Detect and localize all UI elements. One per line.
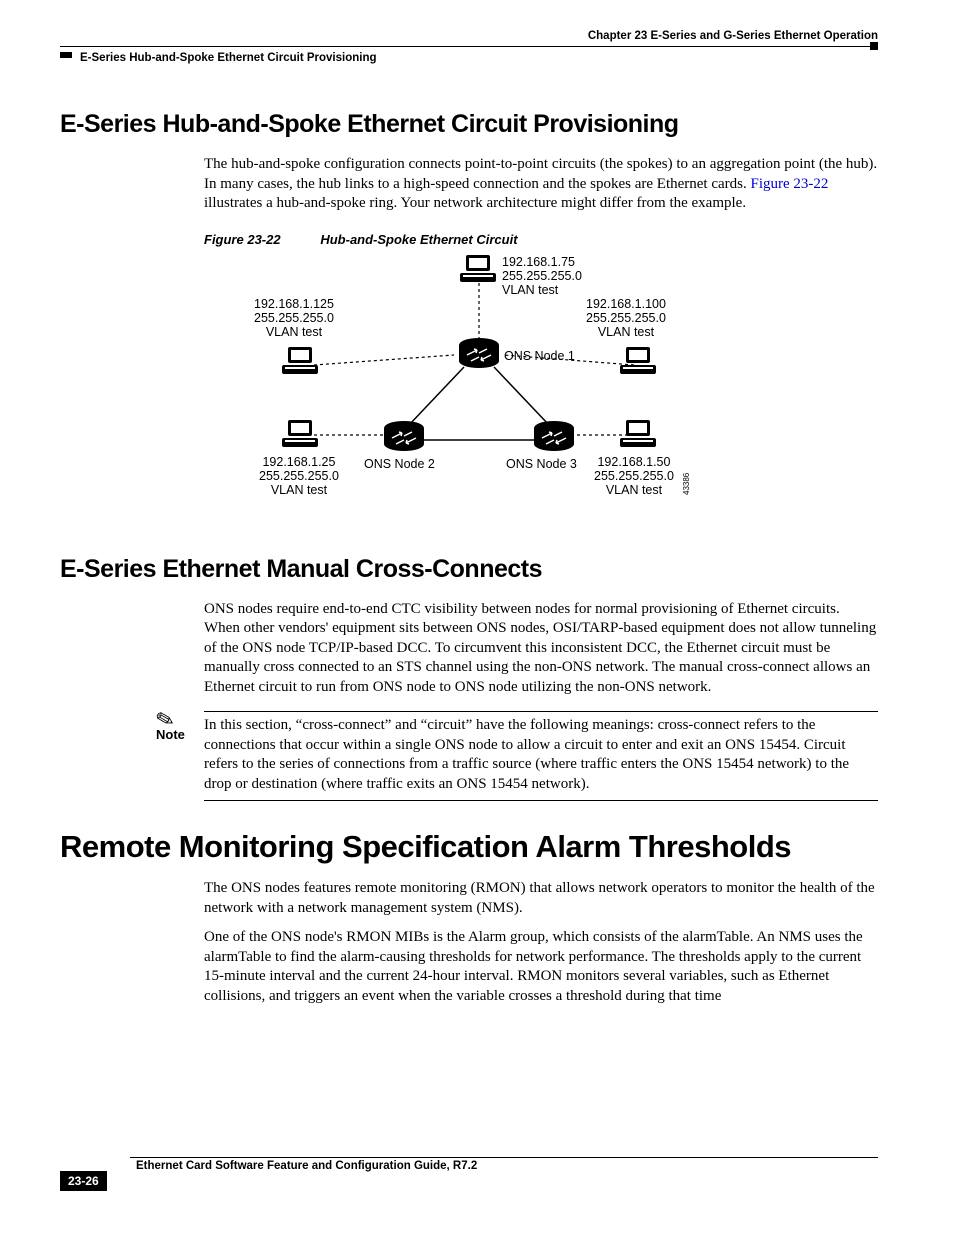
label-left: 192.168.1.125 255.255.255.0 VLAN test [254,297,334,340]
pc-right-icon [620,347,656,377]
label-bl: 192.168.1.25 255.255.255.0 VLAN test [259,455,339,498]
pc-bl-icon [282,420,318,450]
ip: 192.168.1.50 [597,455,670,469]
ons-node-2-icon [382,420,426,454]
para-rmon-2: One of the ONS node's RMON MIBs is the A… [204,928,878,1006]
ip: 192.168.1.25 [262,455,335,469]
vlan: VLAN test [271,483,327,497]
figure-title: Hub-and-Spoke Ethernet Circuit [320,232,517,247]
ons-node-3-label: ONS Node 3 [506,457,577,471]
page-content: E-Series Hub-and-Spoke Ethernet Circuit … [60,110,878,1016]
vlan: VLAN test [598,325,654,339]
figure-number: Figure 23-22 [204,232,281,247]
ip: 192.168.1.75 [502,255,575,269]
figure-link[interactable]: Figure 23-22 [751,176,829,192]
para-hub-spoke-tail: illustrates a hub-and-spoke ring. Your n… [204,195,746,211]
pc-top-icon [460,255,496,285]
header-rule [60,46,878,47]
footer-title: Ethernet Card Software Feature and Confi… [136,1160,878,1172]
heading-rmon: Remote Monitoring Specification Alarm Th… [60,829,878,865]
pc-br-icon [620,420,656,450]
header-marker [870,42,878,50]
note-text: In this section, “cross-connect” and “ci… [204,716,878,794]
mask: 255.255.255.0 [259,469,339,483]
pc-left-icon [282,347,318,377]
figure-artid: 43386 [682,472,691,494]
mask: 255.255.255.0 [502,269,582,283]
vlan: VLAN test [502,283,558,297]
section-marker [60,52,72,58]
label-br: 192.168.1.50 255.255.255.0 VLAN test [594,455,674,498]
figure-caption: Figure 23-22 Hub-and-Spoke Ethernet Circ… [204,232,878,249]
note-block: ✎ Note In this section, “cross-connect” … [156,711,878,801]
heading-cross-connects: E-Series Ethernet Manual Cross-Connects [60,555,878,584]
ons-node-1-icon [457,337,501,371]
chapter-header: Chapter 23 E-Series and G-Series Etherne… [60,30,878,42]
ip: 192.168.1.125 [254,297,334,311]
ons-node-3-icon [532,420,576,454]
mask: 255.255.255.0 [594,469,674,483]
label-right: 192.168.1.100 255.255.255.0 VLAN test [586,297,666,340]
ons-node-2-label: ONS Node 2 [364,457,435,471]
vlan: VLAN test [606,483,662,497]
mask: 255.255.255.0 [254,311,334,325]
page-footer: Ethernet Card Software Feature and Confi… [60,1157,878,1185]
note-label: Note [156,727,185,742]
figure-diagram: 192.168.1.75 255.255.255.0 VLAN test 192… [204,255,714,525]
vlan: VLAN test [266,325,322,339]
para-hub-spoke: The hub-and-spoke configuration connects… [204,155,878,214]
page-number-badge: 23-26 [60,1171,107,1191]
heading-hub-spoke: E-Series Hub-and-Spoke Ethernet Circuit … [60,110,878,139]
running-section-title: E-Series Hub-and-Spoke Ethernet Circuit … [80,52,377,64]
label-top: 192.168.1.75 255.255.255.0 VLAN test [502,255,582,298]
mask: 255.255.255.0 [586,311,666,325]
page-number: 23-26 [60,1171,107,1191]
para-cross-connects: ONS nodes require end-to-end CTC visibil… [204,600,878,698]
ons-node-1-label: ONS Node 1 [504,349,575,363]
ip: 192.168.1.100 [586,297,666,311]
para-rmon-1: The ONS nodes features remote monitoring… [204,879,878,918]
